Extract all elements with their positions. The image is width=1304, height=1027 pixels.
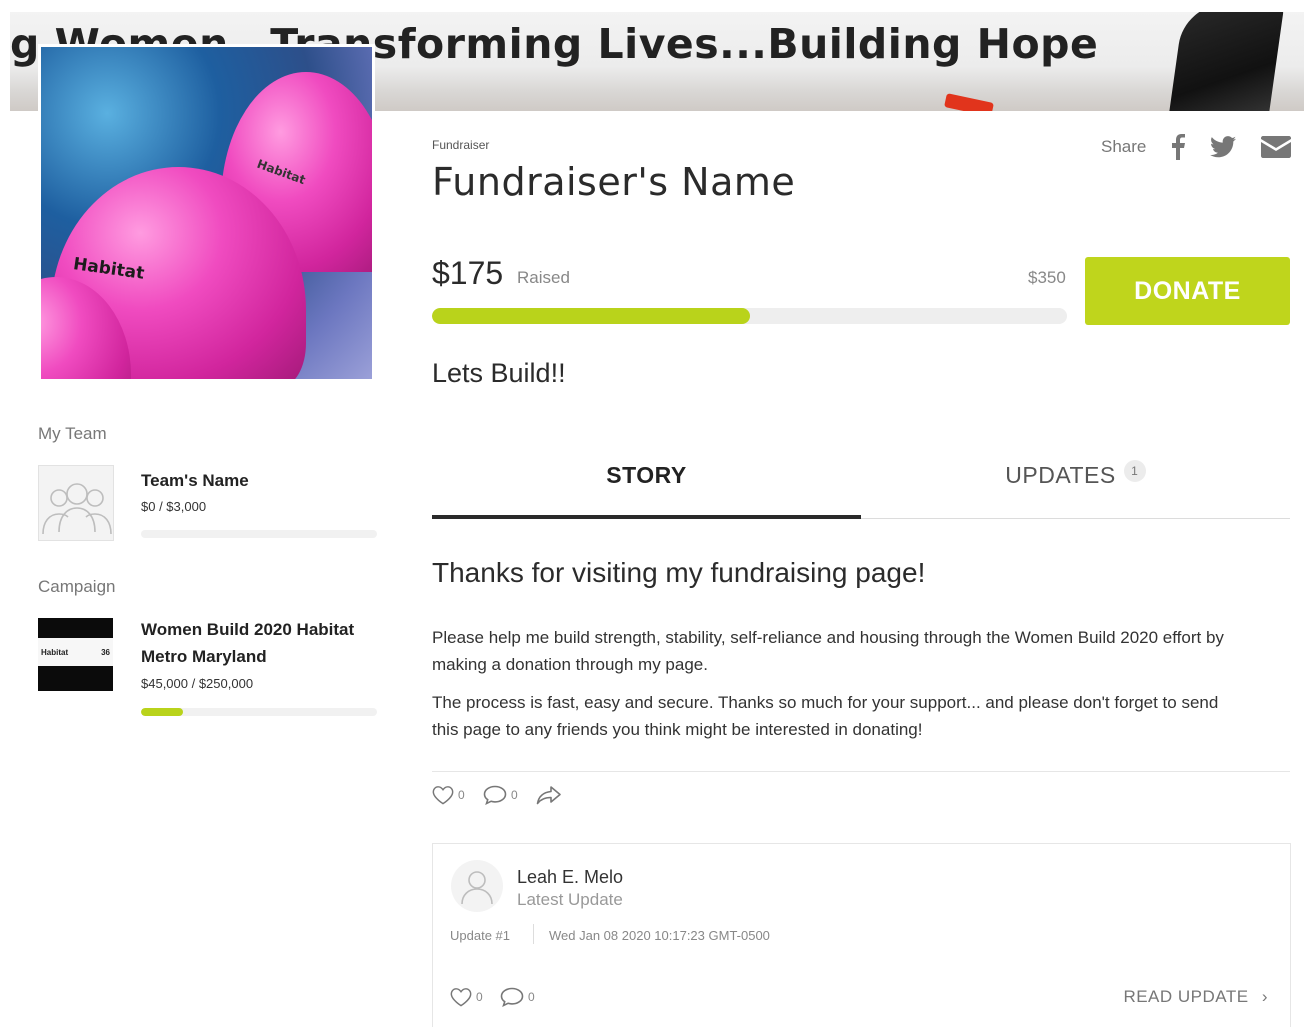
campaign-name-line1: Women Build 2020 Habitat xyxy=(141,620,355,639)
campaign-logo-number: 36 xyxy=(101,647,110,657)
fundraiser-headline: Lets Build!! xyxy=(432,358,566,388)
email-icon[interactable] xyxy=(1260,130,1292,164)
story-comment-button[interactable]: 0 xyxy=(483,785,518,805)
campaign-logo: Habitat 36 xyxy=(38,638,113,666)
tab-story-label: STORY xyxy=(606,462,687,488)
story-share-button[interactable] xyxy=(536,785,562,805)
team-icon xyxy=(42,483,112,535)
donate-button[interactable]: DONATE xyxy=(1085,257,1290,325)
story-like-button[interactable]: 0 xyxy=(432,785,465,805)
facebook-icon[interactable] xyxy=(1166,130,1190,164)
team-progress-bar xyxy=(141,530,377,538)
banner-figure xyxy=(1167,12,1285,111)
story-like-count: 0 xyxy=(458,788,465,802)
fundraiser-label: Fundraiser xyxy=(432,138,490,152)
update-card[interactable]: Leah E. Melo Latest Update Update #1 Wed… xyxy=(432,843,1291,1027)
update-comment-count: 0 xyxy=(528,990,535,1004)
story-paragraph-1-line2: making a donation through my page. xyxy=(432,655,708,674)
twitter-icon[interactable] xyxy=(1208,130,1238,164)
banner-decoration xyxy=(944,93,994,111)
team-amount: $0 / $3,000 xyxy=(141,499,207,514)
story-comment-count: 0 xyxy=(511,788,518,802)
story-title: Thanks for visiting my fundraising page! xyxy=(432,557,926,588)
heart-icon xyxy=(432,786,454,805)
campaign-thumbnail[interactable]: Habitat 36 xyxy=(38,618,113,691)
campaign-name-link[interactable]: Women Build 2020 Habitat Metro Maryland xyxy=(141,616,354,670)
share-label: Share xyxy=(1101,137,1147,156)
campaign-progress-bar xyxy=(141,708,377,716)
team-avatar[interactable] xyxy=(38,465,114,541)
updates-count-badge: 1 xyxy=(1123,460,1146,482)
story-paragraph-2-line1: The process is fast, easy and secure. Th… xyxy=(432,693,1219,712)
fundraising-progress-bar xyxy=(432,308,1067,324)
comment-icon xyxy=(483,785,507,805)
share-arrow-icon xyxy=(536,786,561,805)
update-like-count: 0 xyxy=(476,990,483,1004)
story-paragraph-2-line2: this page to any friends you think might… xyxy=(432,720,923,739)
fundraiser-photo: Habitat Habitat xyxy=(38,44,375,382)
campaign-logo-text: Habitat xyxy=(41,647,69,657)
story-divider xyxy=(432,771,1290,772)
campaign-heading: Campaign xyxy=(38,577,116,596)
story-paragraph-1: Please help me build strength, stability… xyxy=(432,624,1292,678)
meta-separator xyxy=(533,924,534,944)
heart-icon xyxy=(450,988,472,1007)
goal-amount: $350 xyxy=(1028,268,1066,287)
read-update-link[interactable]: READ UPDATE › xyxy=(1123,987,1268,1007)
chevron-right-icon: › xyxy=(1261,987,1268,1006)
story-paragraph-2: The process is fast, easy and secure. Th… xyxy=(432,689,1292,743)
user-icon xyxy=(461,871,493,905)
fundraising-progress-fill xyxy=(432,308,750,324)
raised-label: Raised xyxy=(517,268,570,287)
tab-updates-label: UPDATES xyxy=(1005,462,1116,488)
campaign-amount: $45,000 / $250,000 xyxy=(141,676,254,691)
campaign-name-line2: Metro Maryland xyxy=(141,647,267,666)
my-team-heading: My Team xyxy=(38,424,107,443)
story-paragraph-1-line1: Please help me build strength, stability… xyxy=(432,628,1224,647)
update-date: Wed Jan 08 2020 10:17:23 GMT-0500 xyxy=(549,928,770,943)
tab-updates[interactable]: UPDATES 1 xyxy=(861,460,1290,489)
update-number: Update #1 xyxy=(450,928,510,943)
update-like-button[interactable]: 0 xyxy=(450,987,483,1007)
update-author: Leah E. Melo xyxy=(517,867,624,887)
raised-amount: $175 xyxy=(432,255,504,291)
active-tab-indicator xyxy=(432,515,861,519)
comment-icon xyxy=(500,987,524,1007)
tab-story[interactable]: STORY xyxy=(432,462,861,489)
team-name-link[interactable]: Team's Name xyxy=(141,467,249,494)
update-subtitle: Latest Update xyxy=(517,890,623,909)
author-avatar xyxy=(451,860,503,912)
fundraiser-name: Fundraiser's Name xyxy=(432,160,796,204)
read-update-label: READ UPDATE xyxy=(1123,987,1249,1006)
update-comment-button[interactable]: 0 xyxy=(500,987,535,1007)
campaign-progress-fill xyxy=(141,708,184,716)
